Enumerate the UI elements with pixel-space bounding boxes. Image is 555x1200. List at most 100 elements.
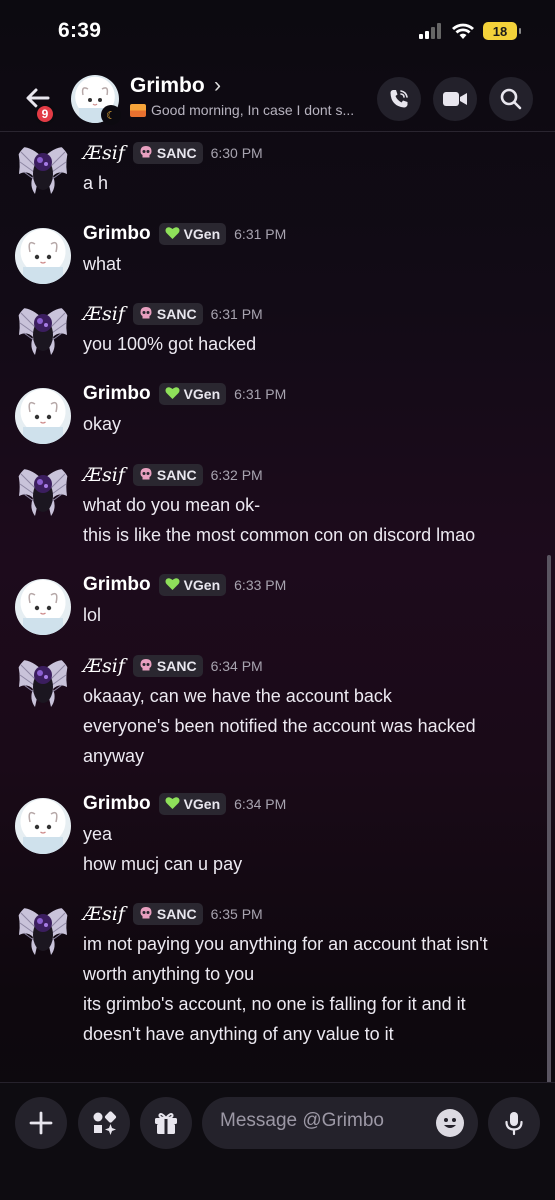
server-tag[interactable]: SANC [132,303,203,325]
heart-icon [165,226,180,243]
message-list[interactable]: Æsif SANC 6:30 PM a h Grimbo VGen 6:31 PM what Æ… [0,133,555,1083]
battery-icon: 18 [483,22,521,40]
message-header: Grimbo VGen 6:31 PM [83,382,286,406]
message-text[interactable]: you 100% got hacked [83,330,256,358]
message-header: Æsif SANC 6:35 PM [83,902,263,926]
message-header: Grimbo VGen 6:33 PM [83,573,286,597]
server-tag[interactable]: VGen [158,574,227,596]
message-field[interactable] [220,1110,420,1132]
server-tag-label: VGen [183,796,221,812]
video-call-button[interactable] [433,77,477,121]
skull-icon [139,658,153,675]
apps-icon [93,1111,117,1135]
chat-header: 9 ☾ Grimbo › Good morning, In case I don… [0,62,555,132]
message-text[interactable]: its grimbo's account, no one is falling … [83,990,466,1018]
message-text[interactable]: doesn't have anything of any value to it [83,1020,394,1048]
message-text[interactable]: what do you mean ok- [83,491,260,519]
gift-button[interactable] [140,1097,192,1149]
message-header: Grimbo VGen 6:34 PM [83,792,286,816]
chevron-right-icon[interactable]: › [214,74,221,98]
apps-button[interactable] [78,1097,130,1149]
server-tag-label: SANC [156,906,197,922]
server-tag[interactable]: SANC [132,142,203,164]
message-text[interactable]: worth anything to you [83,960,254,988]
skull-icon [139,306,153,323]
username[interactable]: Æsif [83,142,125,164]
avatar[interactable] [15,301,71,357]
emoji-button[interactable] [436,1109,464,1137]
message-text[interactable]: okay [83,410,121,438]
message-header: Grimbo VGen 6:31 PM [83,222,286,246]
username[interactable]: Æsif [83,464,125,486]
server-tag-label: VGen [183,226,221,242]
search-button[interactable] [489,77,533,121]
timestamp: 6:35 PM [210,906,263,922]
message-text[interactable]: anyway [83,742,144,770]
server-tag[interactable]: SANC [132,655,203,677]
search-icon [500,88,522,110]
battery-level: 18 [492,23,508,39]
avatar[interactable] [15,140,71,196]
message-text[interactable]: okaaay, can we have the account back [83,682,392,710]
message-text[interactable]: yea [83,820,112,848]
message-text[interactable]: everyone's been notified the account was… [83,712,476,740]
server-tag[interactable]: SANC [132,464,203,486]
username[interactable]: Grimbo [83,574,151,596]
clock: 6:39 [58,19,102,42]
server-tag-label: SANC [156,306,197,322]
chat-title[interactable]: Grimbo [130,74,205,98]
avatar[interactable] [15,579,71,635]
smiley-icon [444,1118,456,1128]
microphone-icon [505,1112,523,1136]
message-text[interactable]: im not paying you anything for an accoun… [83,930,488,958]
skull-icon [139,145,153,162]
skull-icon [139,467,153,484]
username[interactable]: Æsif [83,303,125,325]
username[interactable]: Æsif [83,903,125,925]
server-tag[interactable]: SANC [132,903,203,925]
message-text[interactable]: a h [83,169,108,197]
server-tag-label: VGen [183,386,221,402]
avatar[interactable] [15,901,71,957]
message-text[interactable]: this is like the most common con on disc… [83,521,475,549]
server-tag[interactable]: VGen [158,223,227,245]
message-header: Æsif SANC 6:31 PM [83,302,263,326]
voice-message-button[interactable] [488,1097,540,1149]
timestamp: 6:32 PM [210,467,263,483]
video-camera-icon [443,92,467,106]
message-header: Æsif SANC 6:34 PM [83,654,263,678]
phone-icon [390,90,408,108]
avatar[interactable] [15,388,71,444]
avatar[interactable] [15,228,71,284]
wifi-icon [452,23,474,39]
username[interactable]: Grimbo [83,223,151,245]
scrollbar[interactable] [547,555,551,1085]
cellular-signal-icon [419,23,441,39]
skull-icon [139,906,153,923]
message-input[interactable] [202,1097,478,1149]
message-composer [0,1082,555,1200]
message-text[interactable]: lol [83,601,101,629]
message-text[interactable]: how mucj can u pay [83,850,242,878]
username[interactable]: Grimbo [83,383,151,405]
gift-icon [155,1113,177,1134]
timestamp: 6:31 PM [234,386,287,402]
server-tag[interactable]: VGen [158,793,227,815]
heart-icon [165,577,180,594]
timestamp: 6:33 PM [234,577,287,593]
avatar[interactable] [15,798,71,854]
voice-call-button[interactable] [377,77,421,121]
add-attachment-button[interactable] [15,1097,67,1149]
username[interactable]: Æsif [83,655,125,677]
message-text[interactable]: what [83,250,121,278]
sunrise-emoji-icon [130,104,146,117]
avatar[interactable] [15,462,71,518]
heart-icon [165,796,180,813]
user-status: Good morning, In case I dont s... [130,102,354,118]
status-bar: 6:39 18 [0,0,555,60]
avatar[interactable] [15,653,71,709]
timestamp: 6:31 PM [210,306,263,322]
server-tag[interactable]: VGen [158,383,227,405]
username[interactable]: Grimbo [83,793,151,815]
heart-icon [165,386,180,403]
